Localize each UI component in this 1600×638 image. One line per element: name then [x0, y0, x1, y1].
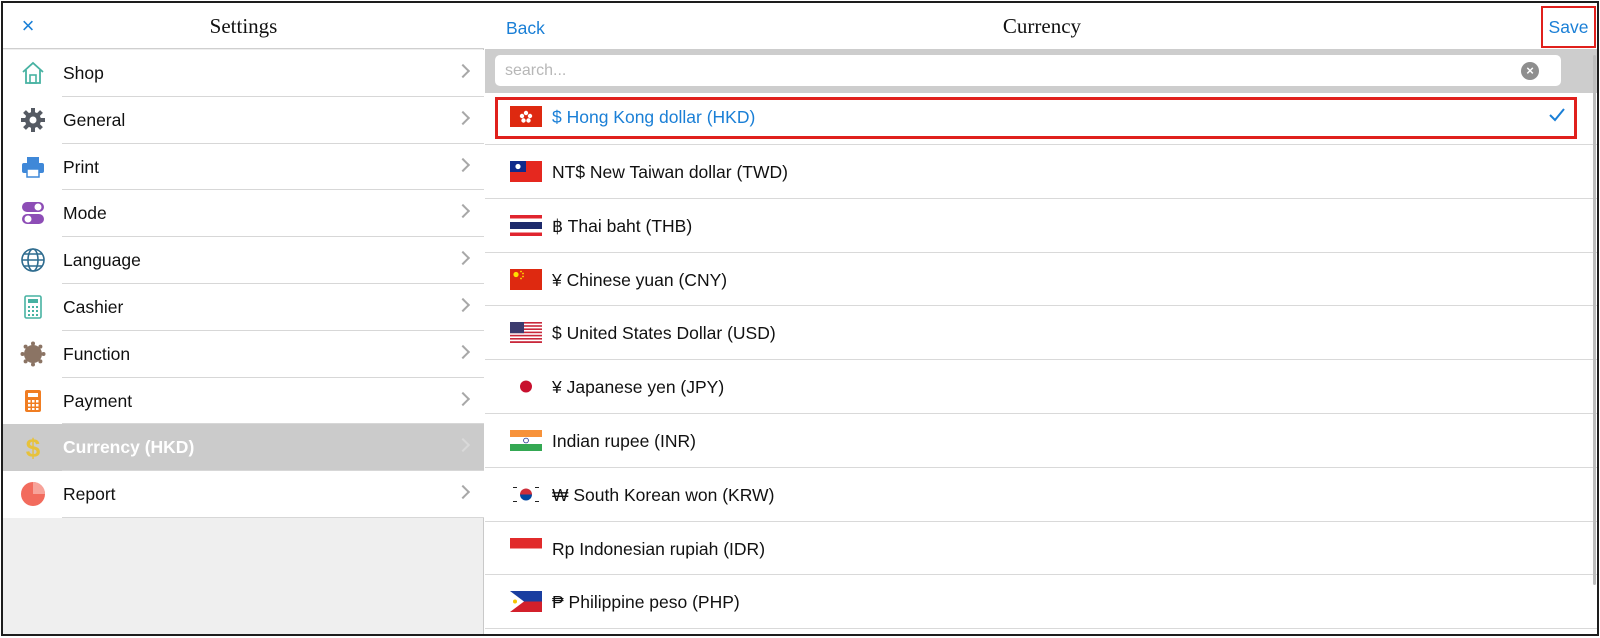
currency-label: $ United States Dollar (USD) [552, 323, 776, 344]
currency-option-inr[interactable]: Indian rupee (INR) [485, 413, 1597, 468]
sidebar-item-label: Print [63, 156, 99, 177]
currency-option-php[interactable]: ₱ Philippine peso (PHP) [485, 575, 1597, 630]
ph-flag-icon [510, 591, 542, 613]
sidebar-item-currency[interactable]: $ Currency (HKD) [3, 424, 484, 472]
currency-label: ฿ Thai baht (THB) [552, 215, 693, 236]
sidebar-item-label: Payment [63, 390, 133, 411]
currency-option-usd[interactable]: $ United States Dollar (USD) [485, 306, 1597, 361]
currency-option-thb[interactable]: ฿ Thai baht (THB) [485, 198, 1597, 253]
sidebar-item-label: General [63, 109, 126, 130]
currency-label: Rp Indonesian rupiah (IDR) [552, 538, 766, 559]
checkmark-icon [1549, 108, 1565, 122]
currency-option-hkd[interactable]: $ Hong Kong dollar (HKD) [485, 93, 1597, 145]
tw-flag-icon [510, 161, 542, 182]
search-input[interactable] [505, 60, 1495, 82]
settings-title: Settings [209, 14, 278, 38]
sidebar-item-function[interactable]: Function [3, 330, 484, 378]
settings-menu: Shop General Print Mode Language Cashier… [3, 50, 484, 518]
clear-icon[interactable]: × [1521, 62, 1539, 80]
currency-option-krw[interactable]: ₩ South Korean won (KRW) [485, 467, 1597, 522]
th-flag-icon [510, 214, 542, 236]
kr-flag-icon [510, 483, 542, 505]
sidebar-item-report[interactable]: Report [3, 471, 484, 518]
sidebar-item-print[interactable]: Print [3, 143, 484, 191]
cn-flag-icon [510, 268, 542, 290]
chevron-right-icon [455, 157, 471, 172]
sidebar-item-language[interactable]: Language [3, 237, 484, 284]
us-flag-icon [510, 322, 542, 344]
chevron-right-icon [455, 297, 471, 313]
dollar-icon: $ [26, 434, 41, 460]
chevron-right-icon [455, 110, 471, 125]
chevron-right-icon [455, 438, 471, 453]
sidebar-item-payment[interactable]: Payment [3, 377, 484, 425]
cashier-icon [24, 295, 42, 319]
currency-option-jpy[interactable]: ¥ Japanese yen (JPY) [485, 360, 1597, 414]
currency-header: Back Currency Save [485, 3, 1597, 49]
currency-option-twd[interactable]: NT$ New Taiwan dollar (TWD) [485, 145, 1597, 199]
sidebar-item-label: Cashier [63, 296, 124, 317]
currency-label: ₩ South Korean won (KRW) [552, 484, 775, 505]
pie-chart-icon [21, 482, 45, 507]
search-bar: × [485, 49, 1597, 93]
app-window: × Settings Shop General Print Mode Langu… [1, 1, 1599, 636]
gear-icon [21, 107, 45, 132]
sidebar-item-label: Shop [63, 63, 104, 83]
chevron-right-icon [455, 204, 471, 219]
hk-flag-icon [510, 106, 542, 127]
svg-text:$: $ [26, 434, 41, 460]
sidebar-item-label: Mode [63, 203, 107, 224]
currency-label: ¥ Chinese yuan (CNY) [552, 269, 728, 290]
chevron-right-icon [455, 485, 471, 500]
sidebar-item-cashier[interactable]: Cashier [3, 283, 484, 331]
currency-option-idr[interactable]: Rp Indonesian rupiah (IDR) [485, 521, 1597, 576]
settings-header: × Settings [3, 3, 484, 49]
chevron-right-icon [455, 63, 471, 79]
settings-pane: × Settings Shop General Print Mode Langu… [3, 3, 484, 634]
sidebar-item-label: Currency (HKD) [63, 437, 195, 458]
currency-label: ¥ Japanese yen (JPY) [552, 377, 725, 398]
currency-option-cny[interactable]: ¥ Chinese yuan (CNY) [485, 252, 1597, 307]
save-button[interactable]: Save [1541, 6, 1596, 48]
currency-pane: Back Currency Save × $ Hong Kong d [485, 3, 1597, 634]
sidebar-item-label: Report [63, 484, 116, 505]
id-flag-icon [510, 537, 542, 559]
calculator-icon [25, 389, 41, 412]
sidebar-item-label: Language [63, 250, 141, 271]
printer-icon [22, 156, 44, 178]
sidebar-item-general[interactable]: General [3, 96, 484, 144]
page-title: Currency [1002, 14, 1082, 38]
currency-label: Indian rupee (INR) [552, 430, 696, 451]
scrollbar[interactable] [1593, 55, 1596, 585]
sidebar-item-shop[interactable]: Shop [3, 50, 484, 97]
function-icon [20, 341, 46, 367]
chevron-right-icon [455, 344, 471, 359]
in-flag-icon [510, 429, 542, 451]
currency-label: NT$ New Taiwan dollar (TWD) [552, 162, 788, 182]
shop-icon [22, 61, 44, 84]
currency-label: ₱ Philippine peso (PHP) [552, 592, 740, 613]
currency-label: $ Hong Kong dollar (HKD) [552, 107, 756, 127]
currency-list: $ Hong Kong dollar (HKD) NT$ New Taiwan … [485, 93, 1597, 630]
toggle-icon [22, 202, 44, 225]
sidebar-item-mode[interactable]: Mode [3, 190, 484, 238]
jp-flag-icon [510, 376, 542, 398]
chevron-right-icon [455, 251, 471, 266]
globe-icon [21, 248, 45, 272]
chevron-right-icon [455, 391, 471, 406]
search-box: × [495, 55, 1561, 86]
sidebar-item-label: Function [63, 343, 131, 364]
